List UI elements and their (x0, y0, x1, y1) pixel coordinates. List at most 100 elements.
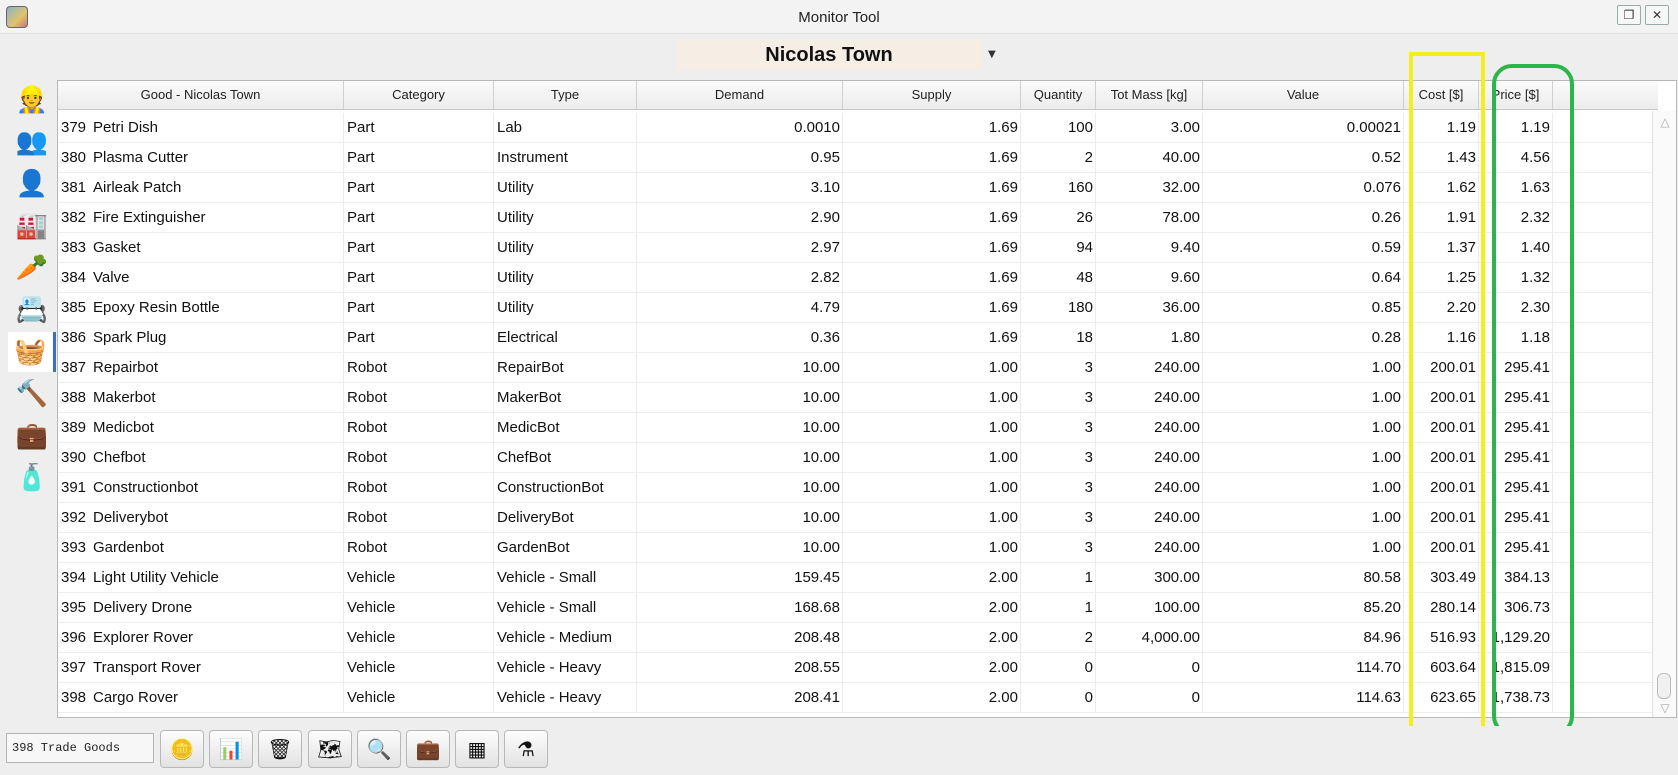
category-cell: Robot (344, 413, 494, 443)
quantity-cell: 0 (1021, 653, 1096, 683)
quantity-cell: 48 (1021, 263, 1096, 293)
tot-mass-cell: 32.00 (1096, 173, 1203, 203)
people-icon[interactable]: 👷 (12, 80, 52, 120)
settlement-selector[interactable]: Nicolas Town (676, 40, 982, 70)
type-cell: Utility (494, 233, 637, 263)
crew-icon[interactable]: 👥 (12, 122, 52, 162)
trash-icon[interactable]: 🗑 (258, 730, 302, 768)
tot-mass-cell: 9.60 (1096, 263, 1203, 293)
value-cell: 0.076 (1203, 173, 1404, 203)
category-cell: Vehicle (344, 623, 494, 653)
bar-chart-icon[interactable]: 📊 (209, 730, 253, 768)
chevron-down-icon[interactable]: ▼ (988, 45, 1002, 65)
type-cell: Vehicle - Heavy (494, 653, 637, 683)
filter-icon[interactable]: ⚗ (504, 730, 548, 768)
tot-mass-cell: 0 (1096, 683, 1203, 713)
good-name: Delivery Drone (93, 599, 193, 616)
quantity-cell: 3 (1021, 533, 1096, 563)
mission-briefcase-icon[interactable]: 💼 (12, 416, 52, 456)
tot-mass-cell: 300.00 (1096, 563, 1203, 593)
vertical-scrollbar[interactable]: △ ▽ (1652, 111, 1676, 717)
quantity-cell: 26 (1021, 203, 1096, 233)
science-icon[interactable]: 🧴 (12, 458, 52, 498)
good-cell: 390 Chefbot (58, 443, 344, 473)
value-cell: 0.26 (1203, 203, 1404, 233)
scroll-up-icon[interactable]: △ (1657, 115, 1673, 129)
demand-cell: 2.97 (637, 233, 843, 263)
column-header-demand[interactable]: Demand (637, 81, 843, 109)
supply-cell: 1.69 (843, 323, 1021, 353)
scroll-thumb[interactable] (1657, 673, 1671, 699)
good-id: 386 (61, 329, 87, 346)
table-icon[interactable]: ▦ (455, 730, 499, 768)
column-header-category[interactable]: Category (344, 81, 494, 109)
demand-cell: 2.82 (637, 263, 843, 293)
demand-cell: 208.55 (637, 653, 843, 683)
column-header-type[interactable]: Type (494, 81, 637, 109)
category-cell: Part (344, 233, 494, 263)
quantity-cell: 18 (1021, 323, 1096, 353)
good-name: Transport Rover (93, 659, 201, 676)
good-id: 396 (61, 629, 87, 646)
supply-cell: 1.69 (843, 263, 1021, 293)
good-id: 394 (61, 569, 87, 586)
type-cell: Utility (494, 173, 637, 203)
value-cell: 0.59 (1203, 233, 1404, 263)
category-cell: Part (344, 263, 494, 293)
person-icon[interactable]: 👤 (12, 164, 52, 204)
column-header-value[interactable]: Value (1203, 81, 1404, 109)
category-cell: Part (344, 143, 494, 173)
good-id: 397 (61, 659, 87, 676)
close-button[interactable]: ✕ (1645, 5, 1669, 25)
good-id: 383 (61, 239, 87, 256)
column-header-good[interactable]: Good - Nicolas Town (58, 81, 344, 109)
resource-icon[interactable]: 📇 (12, 290, 52, 330)
demand-cell: 2.90 (637, 203, 843, 233)
supply-cell: 2.00 (843, 683, 1021, 713)
quantity-cell: 1 (1021, 593, 1096, 623)
quantity-cell: 1 (1021, 563, 1096, 593)
scroll-down-icon[interactable]: ▽ (1657, 701, 1673, 715)
good-name: Valve (93, 269, 130, 286)
tot-mass-cell: 9.40 (1096, 233, 1203, 263)
quantity-cell: 2 (1021, 143, 1096, 173)
category-cell: Robot (344, 533, 494, 563)
tot-mass-cell: 0 (1096, 653, 1203, 683)
good-name: Explorer Rover (93, 629, 194, 646)
coins-icon[interactable]: 🪙 (160, 730, 204, 768)
good-cell: 382 Fire Extinguisher (58, 203, 344, 233)
value-cell: 0.52 (1203, 143, 1404, 173)
good-name: Repairbot (93, 359, 159, 376)
good-cell: 397 Transport Rover (58, 653, 344, 683)
restore-button[interactable]: ❐ (1617, 5, 1641, 25)
good-id: 388 (61, 389, 87, 406)
map-icon[interactable]: 🗺 (308, 730, 352, 768)
category-cell: Part (344, 293, 494, 323)
good-cell: 393 Gardenbot (58, 533, 344, 563)
good-name: Gasket (93, 239, 141, 256)
good-name: Cargo Rover (93, 689, 179, 706)
tot-mass-cell: 36.00 (1096, 293, 1203, 323)
tot-mass-cell: 240.00 (1096, 443, 1203, 473)
construction-icon[interactable]: 🔨 (12, 374, 52, 414)
factory-icon[interactable]: 🏭 (12, 206, 52, 246)
value-cell: 114.70 (1203, 653, 1404, 683)
good-id: 392 (61, 509, 87, 526)
quantity-cell: 2 (1021, 623, 1096, 653)
column-header-supply[interactable]: Supply (843, 81, 1021, 109)
good-name: Airleak Patch (93, 179, 182, 196)
food-icon[interactable]: 🥕 (12, 248, 52, 288)
search-icon[interactable]: 🔍 (357, 730, 401, 768)
column-header-tot-mass[interactable]: Tot Mass [kg] (1096, 81, 1203, 109)
type-cell: Vehicle - Small (494, 563, 637, 593)
supply-cell: 2.00 (843, 563, 1021, 593)
supply-cell: 1.00 (843, 503, 1021, 533)
quantity-cell: 0 (1021, 683, 1096, 713)
category-cell: Vehicle (344, 683, 494, 713)
type-cell: MedicBot (494, 413, 637, 443)
trade-basket-icon[interactable]: 🧺 (8, 332, 56, 372)
quantity-cell: 3 (1021, 413, 1096, 443)
briefcase-icon[interactable]: 💼 (406, 730, 450, 768)
column-header-quantity[interactable]: Quantity (1021, 81, 1096, 109)
tot-mass-cell: 240.00 (1096, 413, 1203, 443)
